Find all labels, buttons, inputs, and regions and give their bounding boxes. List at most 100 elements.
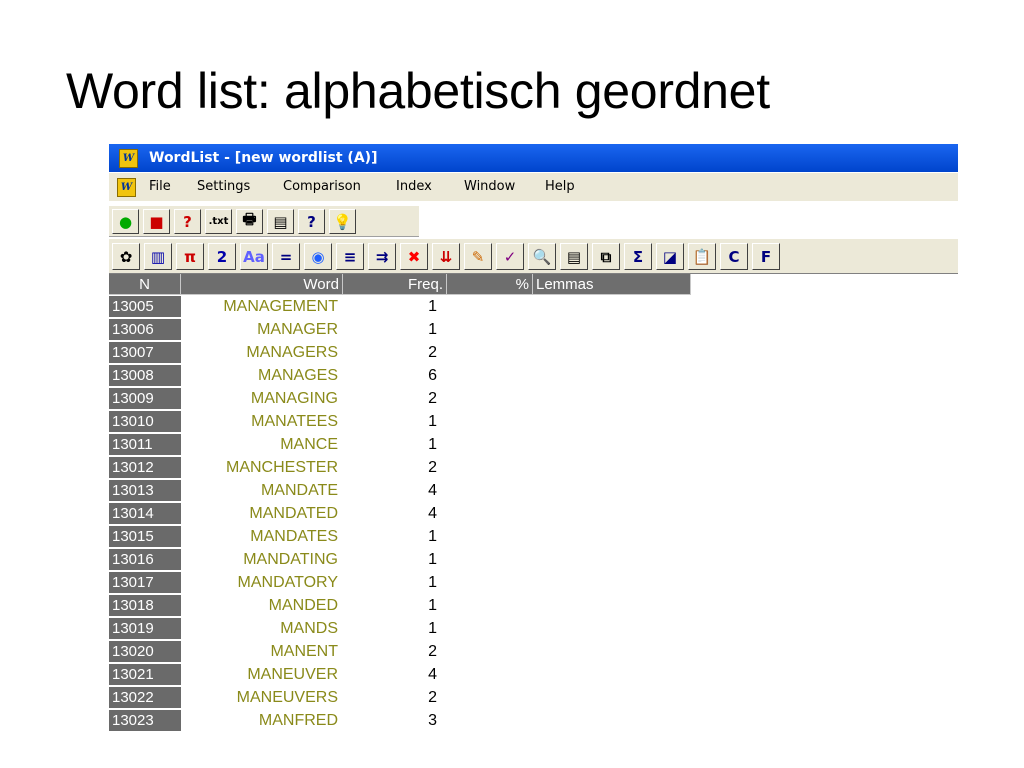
menu-logo-icon[interactable]: W: [117, 178, 136, 197]
save-disk-button[interactable]: ■: [143, 209, 170, 234]
word-cell[interactable]: MANCE: [181, 433, 338, 456]
table-row[interactable]: 13009 MANAGING 2: [109, 387, 509, 410]
new-circle-button[interactable]: ●: [112, 209, 139, 234]
table-row[interactable]: 13005 MANAGEMENT 1: [109, 295, 509, 318]
freq-cell[interactable]: 2: [341, 387, 437, 410]
case-button[interactable]: Aa: [240, 243, 268, 270]
menu-index[interactable]: Index: [396, 173, 432, 201]
join-button[interactable]: ⇉: [368, 243, 396, 270]
column-header-freq[interactable]: Freq.: [343, 274, 447, 295]
table-row[interactable]: 13021 MANEUVER 4: [109, 663, 509, 686]
print-preview-button[interactable]: ▤: [267, 209, 294, 234]
freq-cell[interactable]: 2: [341, 686, 437, 709]
cluster-button[interactable]: ⧉: [592, 243, 620, 270]
freq-cell[interactable]: 1: [341, 571, 437, 594]
word-cell[interactable]: MANFRED: [181, 709, 338, 732]
column-header-word[interactable]: Word: [181, 274, 343, 295]
column-header-lemmas[interactable]: Lemmas: [533, 274, 691, 295]
word-cell[interactable]: MANATEES: [181, 410, 338, 433]
word-cell[interactable]: MANDATING: [181, 548, 338, 571]
table-row[interactable]: 13011 MANCE 1: [109, 433, 509, 456]
freq-cell[interactable]: 3: [341, 709, 437, 732]
edit-button[interactable]: ✓: [496, 243, 524, 270]
freq-cell[interactable]: 4: [341, 663, 437, 686]
compare-button[interactable]: ◉: [304, 243, 332, 270]
table-row[interactable]: 13020 MANENT 2: [109, 640, 509, 663]
freq-cell[interactable]: 4: [341, 479, 437, 502]
freq-cell[interactable]: 4: [341, 502, 437, 525]
question-button[interactable]: ?: [298, 209, 325, 234]
word-cell[interactable]: MANDATED: [181, 502, 338, 525]
word-cell[interactable]: MANDATE: [181, 479, 338, 502]
window-button[interactable]: ◪: [656, 243, 684, 270]
app-logo-icon[interactable]: W: [119, 149, 138, 168]
search-button[interactable]: 🔍: [528, 243, 556, 270]
word-cell[interactable]: MANCHESTER: [181, 456, 338, 479]
table-row[interactable]: 13013 MANDATE 4: [109, 479, 509, 502]
menu-help[interactable]: Help: [545, 173, 575, 201]
table-row[interactable]: 13017 MANDATORY 1: [109, 571, 509, 594]
word-cell[interactable]: MANEUVER: [181, 663, 338, 686]
table-row[interactable]: 13023 MANFRED 3: [109, 709, 509, 732]
equals-button[interactable]: =: [272, 243, 300, 270]
table-row[interactable]: 13007 MANAGERS 2: [109, 341, 509, 364]
table-row[interactable]: 13010 MANATEES 1: [109, 410, 509, 433]
table-row[interactable]: 13006 MANAGER 1: [109, 318, 509, 341]
two-button[interactable]: 2: [208, 243, 236, 270]
column-header-percent[interactable]: %: [447, 274, 533, 295]
f-button[interactable]: F: [752, 243, 780, 270]
sum-button[interactable]: Σ: [624, 243, 652, 270]
txt-button[interactable]: .txt: [205, 209, 232, 234]
refresh-button[interactable]: ✿: [112, 243, 140, 270]
word-cell[interactable]: MANDATES: [181, 525, 338, 548]
columns-button[interactable]: ▥: [144, 243, 172, 270]
table-row[interactable]: 13015 MANDATES 1: [109, 525, 509, 548]
freq-cell[interactable]: 1: [341, 594, 437, 617]
menu-file[interactable]: File: [149, 173, 171, 201]
word-cell[interactable]: MANDATORY: [181, 571, 338, 594]
table-row[interactable]: 13012 MANCHESTER 2: [109, 456, 509, 479]
menu-window[interactable]: Window: [464, 173, 515, 201]
table-row[interactable]: 13016 MANDATING 1: [109, 548, 509, 571]
freq-cell[interactable]: 2: [341, 456, 437, 479]
word-cell[interactable]: MANEUVERS: [181, 686, 338, 709]
table-row[interactable]: 13018 MANDED 1: [109, 594, 509, 617]
clipboard-button[interactable]: 📋: [688, 243, 716, 270]
delete-button[interactable]: ✖: [400, 243, 428, 270]
freq-cell[interactable]: 1: [341, 525, 437, 548]
table-row[interactable]: 13022 MANEUVERS 2: [109, 686, 509, 709]
word-cell[interactable]: MANENT: [181, 640, 338, 663]
table-row[interactable]: 13008 MANAGES 6: [109, 364, 509, 387]
table-row[interactable]: 13014 MANDATED 4: [109, 502, 509, 525]
freq-cell[interactable]: 1: [341, 548, 437, 571]
freq-cell[interactable]: 6: [341, 364, 437, 387]
lightbulb-button[interactable]: 💡: [329, 209, 356, 234]
help-book-button[interactable]: ?: [174, 209, 201, 234]
menu-settings[interactable]: Settings: [197, 173, 250, 201]
word-cell[interactable]: MANDS: [181, 617, 338, 640]
word-cell[interactable]: MANDED: [181, 594, 338, 617]
list-button[interactable]: ≡: [336, 243, 364, 270]
print-button[interactable]: 🖶: [236, 209, 263, 234]
c-button[interactable]: C: [720, 243, 748, 270]
freq-cell[interactable]: 2: [341, 341, 437, 364]
freq-cell[interactable]: 1: [341, 410, 437, 433]
freq-cell[interactable]: 1: [341, 295, 437, 318]
pencil-button[interactable]: ✎: [464, 243, 492, 270]
freq-cell[interactable]: 1: [341, 617, 437, 640]
word-cell[interactable]: MANAGES: [181, 364, 338, 387]
freq-cell[interactable]: 2: [341, 640, 437, 663]
menu-comparison[interactable]: Comparison: [283, 173, 361, 201]
table-row[interactable]: 13019 MANDS 1: [109, 617, 509, 640]
pi-button[interactable]: π: [176, 243, 204, 270]
column-header-n[interactable]: N: [109, 274, 181, 295]
notes-button[interactable]: ▤: [560, 243, 588, 270]
sort-down-button[interactable]: ⇊: [432, 243, 460, 270]
freq-cell[interactable]: 1: [341, 318, 437, 341]
title-bar[interactable]: W WordList - [new wordlist (A)]: [109, 144, 958, 172]
word-cell[interactable]: MANAGER: [181, 318, 338, 341]
freq-cell[interactable]: 1: [341, 433, 437, 456]
word-cell[interactable]: MANAGEMENT: [181, 295, 338, 318]
word-cell[interactable]: MANAGERS: [181, 341, 338, 364]
word-cell[interactable]: MANAGING: [181, 387, 338, 410]
